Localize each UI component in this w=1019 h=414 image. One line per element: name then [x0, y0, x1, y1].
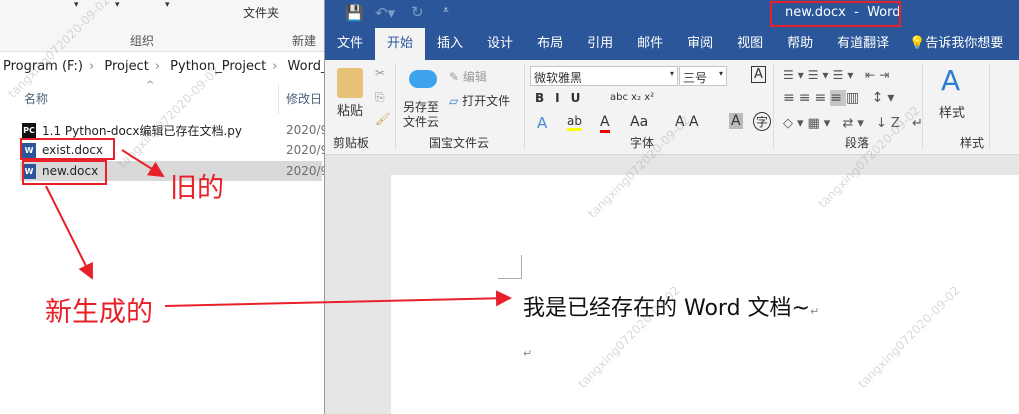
arrow-to-document — [164, 290, 512, 307]
arrow-to-new-label — [45, 185, 93, 280]
arrow-to-old — [121, 149, 165, 178]
annotation-arrows — [45, 149, 512, 307]
